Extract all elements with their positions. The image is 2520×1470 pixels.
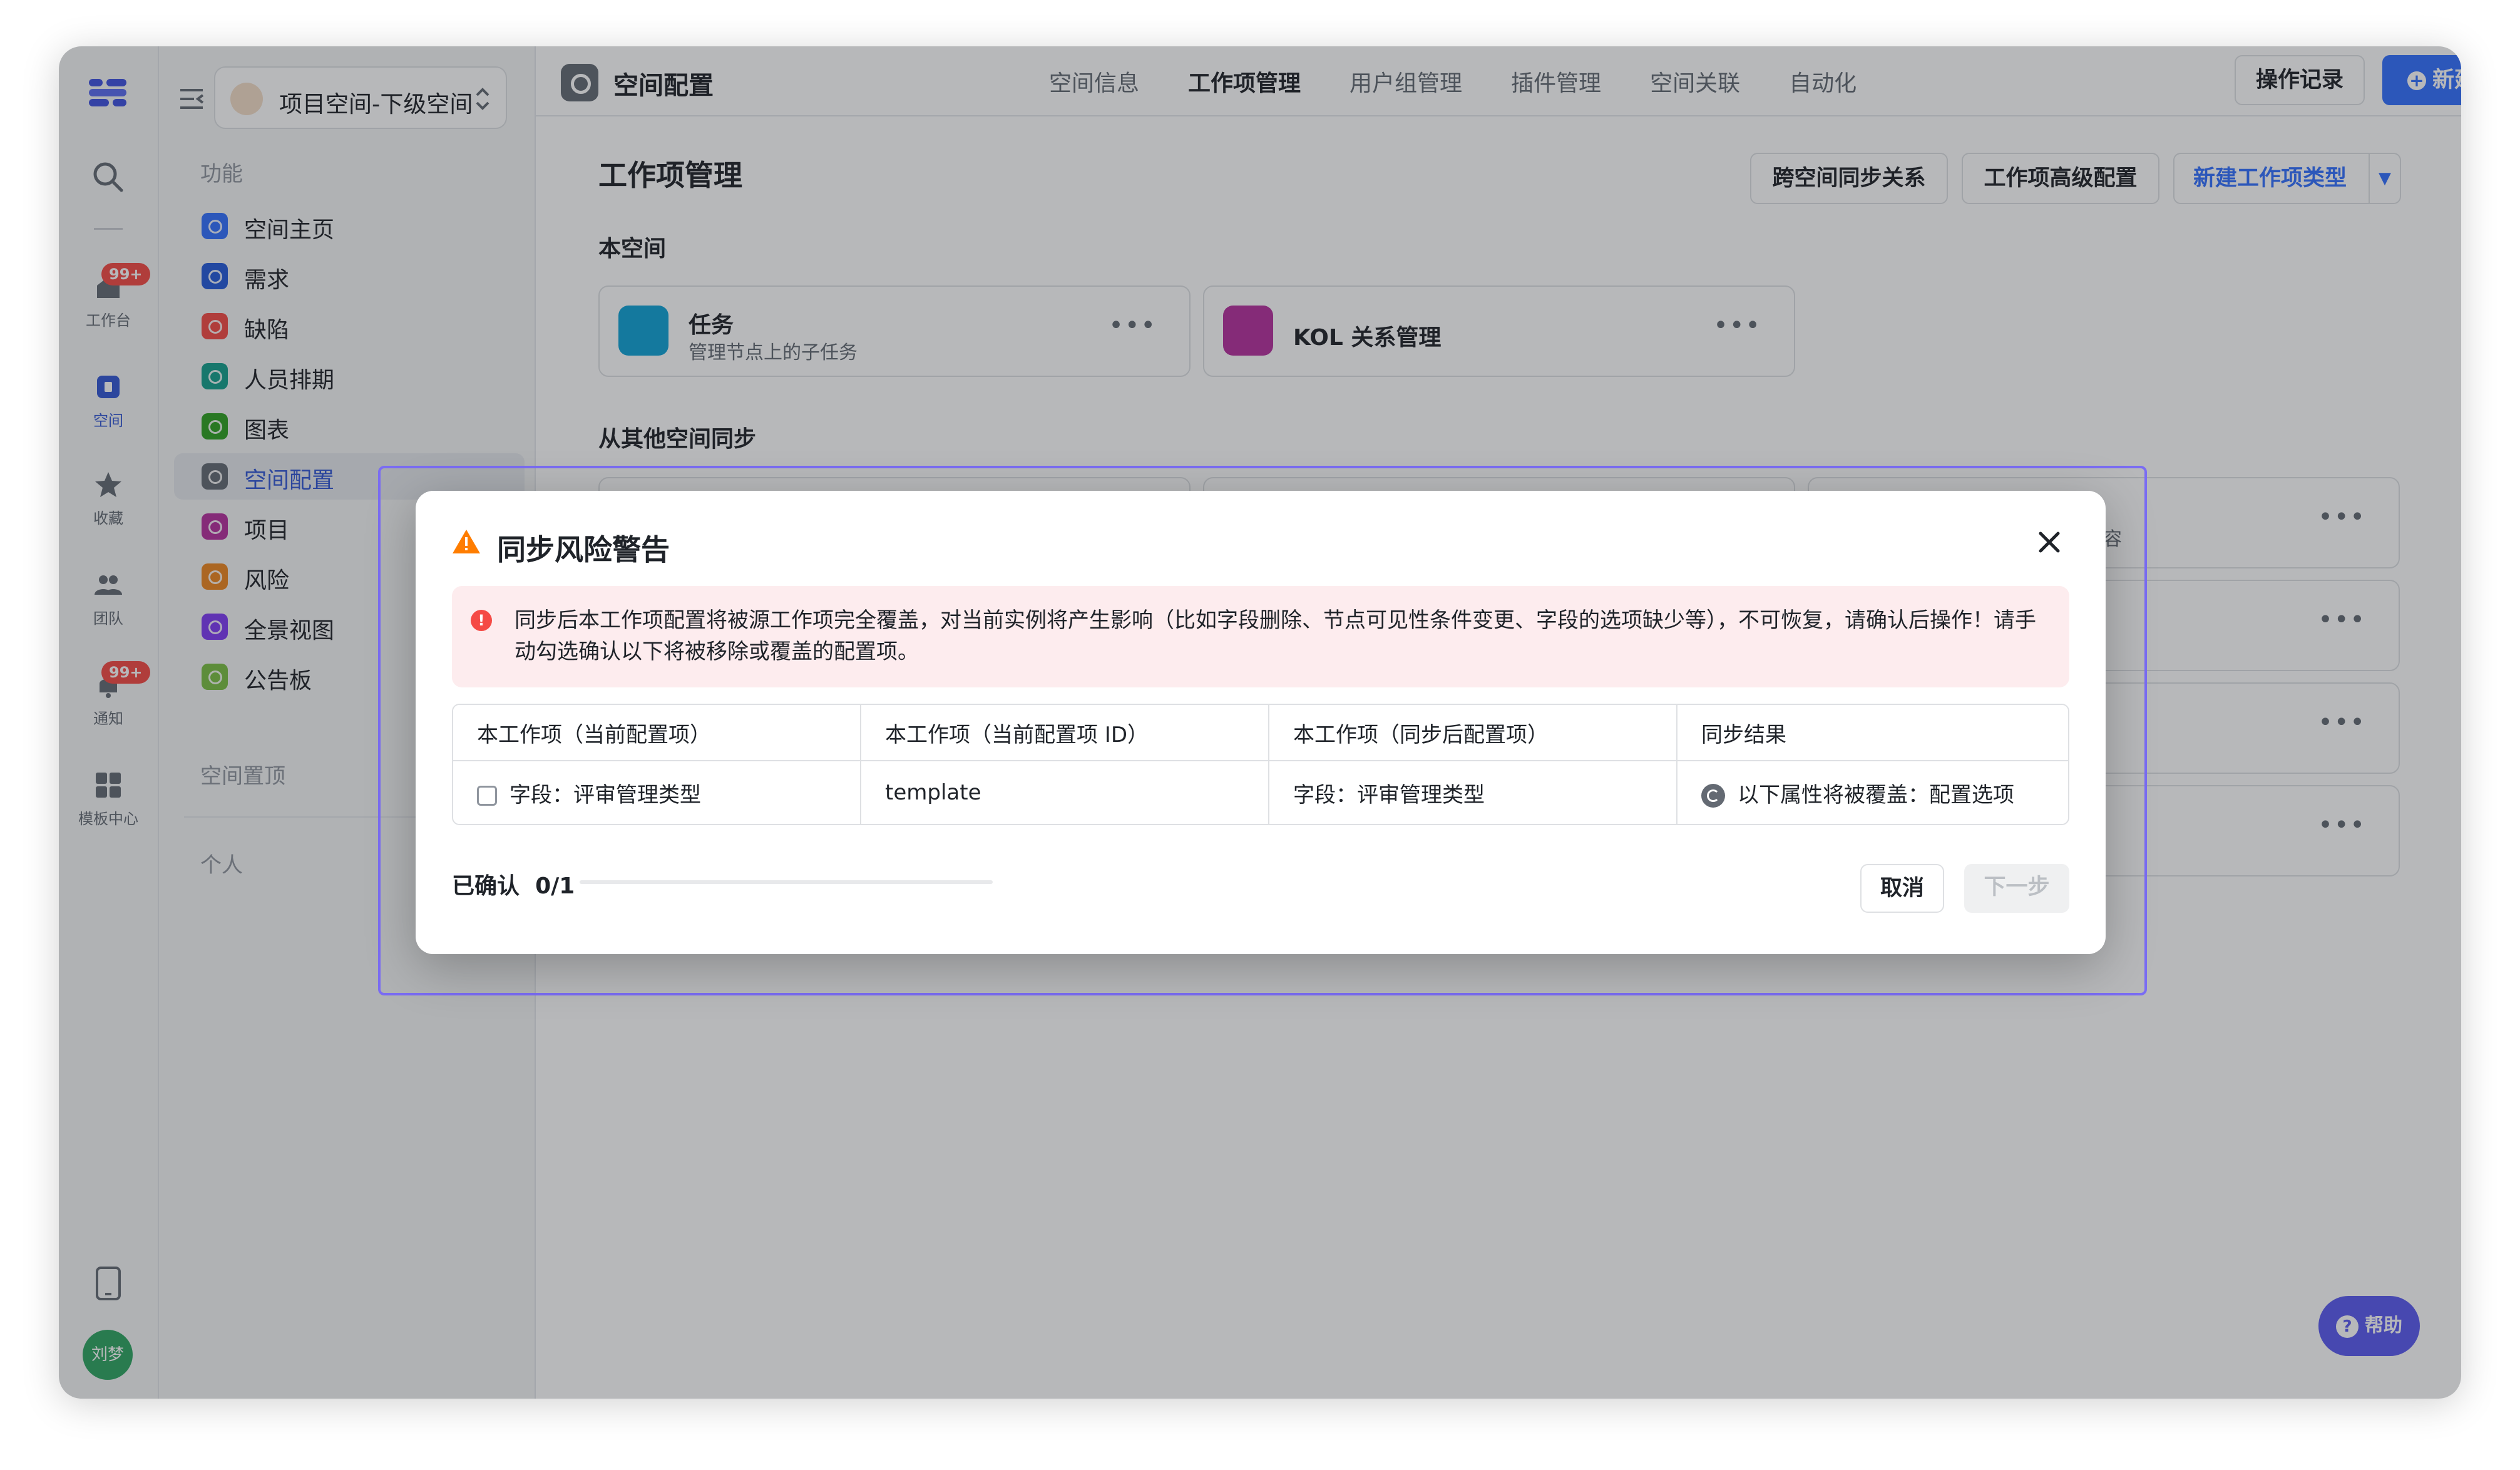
warning-icon	[453, 530, 480, 553]
column-header: 本工作项（当前配置项）	[453, 705, 861, 761]
column-header: 同步结果	[1677, 705, 2068, 761]
sync-risk-modal: 同步风险警告 ! 同步后本工作项配置将被源工作项完全覆盖，对当前实例将产生影响（…	[416, 491, 2106, 954]
confirm-progress-label: 已确认 0/1	[452, 868, 575, 900]
result-text: 以下属性将被覆盖：配置选项	[1738, 782, 2014, 808]
overwrite-icon	[1701, 784, 1725, 808]
current-config-cell: 字段：评审管理类型	[453, 761, 861, 824]
config-table: 本工作项（当前配置项） 本工作项（当前配置项 ID） 本工作项（同步后配置项） …	[452, 704, 2069, 825]
next-step-button[interactable]: 下一步	[1964, 864, 2069, 913]
result-cell: 以下属性将被覆盖：配置选项	[1677, 761, 2068, 824]
error-icon: !	[471, 610, 492, 631]
current-config-text: 字段：评审管理类型	[510, 782, 701, 808]
after-config-cell: 字段：评审管理类型	[1269, 761, 1677, 824]
confirmed-count: 0/1	[535, 873, 575, 899]
confirm-checkbox[interactable]	[477, 786, 497, 806]
alert-text: 同步后本工作项配置将被源工作项完全覆盖，对当前实例将产生影响（比如字段删除、节点…	[515, 608, 2036, 664]
table-row: 字段：评审管理类型 template 字段：评审管理类型 以下属性将被覆盖：配置…	[453, 761, 2068, 824]
config-id-cell: template	[861, 761, 1269, 824]
risk-alert: ! 同步后本工作项配置将被源工作项完全覆盖，对当前实例将产生影响（比如字段删除、…	[452, 586, 2069, 687]
column-header: 本工作项（当前配置项 ID）	[861, 705, 1269, 761]
cancel-button[interactable]: 取消	[1860, 864, 1944, 913]
confirmed-label: 已确认	[452, 873, 520, 899]
app-window: 99+ 工作台 空间 收藏 团队 99+ 通知 模板中心 刘梦 项目空间-下级空…	[59, 46, 2461, 1399]
column-header: 本工作项（同步后配置项）	[1269, 705, 1677, 761]
modal-title: 同步风险警告	[497, 533, 670, 567]
confirm-progress-bar	[580, 880, 993, 884]
close-icon[interactable]	[2038, 531, 2061, 553]
table-header-row: 本工作项（当前配置项） 本工作项（当前配置项 ID） 本工作项（同步后配置项） …	[453, 705, 2068, 761]
